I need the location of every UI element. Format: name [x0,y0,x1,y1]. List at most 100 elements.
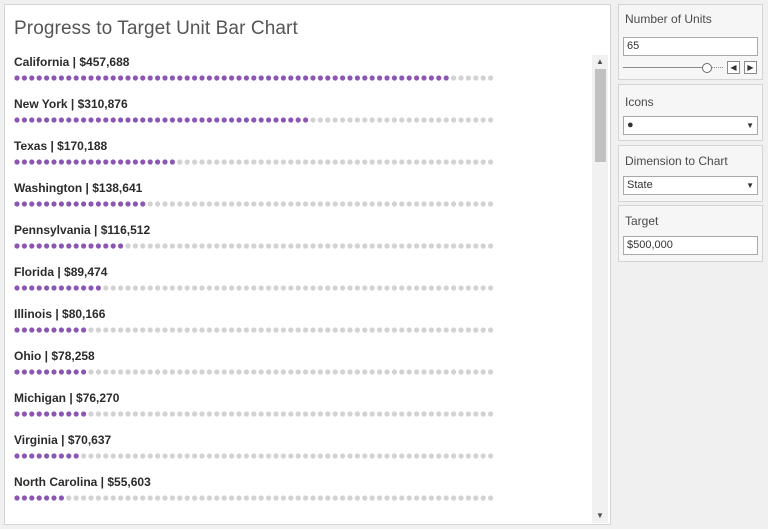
unit-dot-filled [147,117,153,123]
vertical-scrollbar[interactable]: ▲ ▼ [592,55,608,523]
unit-dot-empty [354,159,360,165]
unit-dot-empty [473,117,479,123]
unit-dot-empty [295,285,301,291]
unit-dot-empty [236,495,242,501]
unit-dots [14,115,496,125]
unit-dot-empty [488,243,494,249]
unit-dot-empty [406,369,412,375]
unit-dot-empty [147,327,153,333]
unit-dot-empty [95,327,101,333]
unit-dot-empty [280,285,286,291]
unit-dot-empty [192,285,198,291]
unit-dot-empty [399,201,405,207]
unit-dot-empty [266,327,272,333]
unit-dot-empty [258,369,264,375]
unit-dot-empty [317,285,323,291]
unit-dot-empty [480,369,486,375]
unit-dot-empty [221,369,227,375]
unit-dot-filled [199,75,205,81]
unit-dot-empty [428,495,434,501]
unit-dot-filled [177,75,183,81]
unit-dot-empty [132,411,138,417]
unit-dot-empty [332,327,338,333]
unit-dot-empty [273,285,279,291]
unit-dot-empty [428,285,434,291]
unit-dot-filled [51,75,57,81]
unit-dot-empty [295,411,301,417]
unit-dot-empty [229,411,235,417]
unit-dot-empty [436,285,442,291]
unit-dot-empty [428,159,434,165]
unit-dot-empty [340,327,346,333]
unit-dot-empty [391,495,397,501]
slider-thumb[interactable] [702,63,712,73]
unit-dot-filled [14,159,20,165]
unit-dot-filled [88,117,94,123]
scroll-up-arrow-icon[interactable]: ▲ [592,55,608,69]
unit-dot-empty [118,285,124,291]
unit-dot-empty [488,201,494,207]
icons-dropdown[interactable]: ● ▼ [623,116,758,135]
unit-dot-empty [377,369,383,375]
unit-dot-filled [369,75,375,81]
unit-dot-empty [192,201,198,207]
unit-dot-empty [169,243,175,249]
unit-dot-filled [21,117,27,123]
unit-dot-empty [280,369,286,375]
unit-dot-empty [103,411,109,417]
unit-dot-empty [451,495,457,501]
unit-dot-filled [44,327,50,333]
unit-dot-filled [36,369,42,375]
unit-dot-filled [66,159,72,165]
unit-dot-empty [184,327,190,333]
unit-dot-filled [273,75,279,81]
unit-dot-filled [14,495,20,501]
row-label: Pennsylvania | $116,512 [14,223,151,237]
unit-dot-empty [243,243,249,249]
unit-dot-empty [169,453,175,459]
unit-dot-filled [36,495,42,501]
decrement-button[interactable]: ◀ [727,61,740,74]
unit-dot-filled [169,159,175,165]
unit-dot-empty [303,159,309,165]
unit-dot-empty [236,411,242,417]
unit-dot-filled [347,75,353,81]
unit-dot-empty [443,117,449,123]
unit-dot-empty [251,495,257,501]
unit-dot-empty [421,117,427,123]
unit-dot-empty [377,285,383,291]
unit-dot-filled [58,411,64,417]
unit-dot-empty [206,285,212,291]
unit-dot-filled [44,369,50,375]
unit-dot-filled [95,117,101,123]
unit-dot-filled [29,159,35,165]
unit-dot-filled [51,369,57,375]
unit-dot-empty [177,495,183,501]
unit-dot-empty [243,327,249,333]
unit-dot-empty [177,453,183,459]
unit-dot-filled [184,117,190,123]
unit-dot-empty [421,327,427,333]
unit-dot-empty [347,159,353,165]
unit-dot-filled [236,75,242,81]
unit-dot-empty [155,495,161,501]
unit-dot-empty [436,453,442,459]
increment-button[interactable]: ▶ [744,61,757,74]
unit-dot-empty [199,159,205,165]
unit-dot-empty [103,453,109,459]
unit-dot-filled [310,75,316,81]
unit-dot-empty [303,411,309,417]
unit-dot-empty [199,201,205,207]
scroll-thumb[interactable] [595,69,606,162]
row-label: Ohio | $78,258 [14,349,95,363]
unit-dot-empty [258,285,264,291]
number-of-units-input[interactable]: 65 [623,37,758,56]
unit-dot-empty [406,243,412,249]
scroll-down-arrow-icon[interactable]: ▼ [592,509,608,523]
target-input[interactable]: $500,000 [623,236,758,255]
dimension-dropdown[interactable]: State ▼ [623,176,758,195]
units-slider[interactable] [623,62,723,74]
unit-dot-filled [14,453,20,459]
unit-dot-empty [465,117,471,123]
unit-dot-empty [199,327,205,333]
